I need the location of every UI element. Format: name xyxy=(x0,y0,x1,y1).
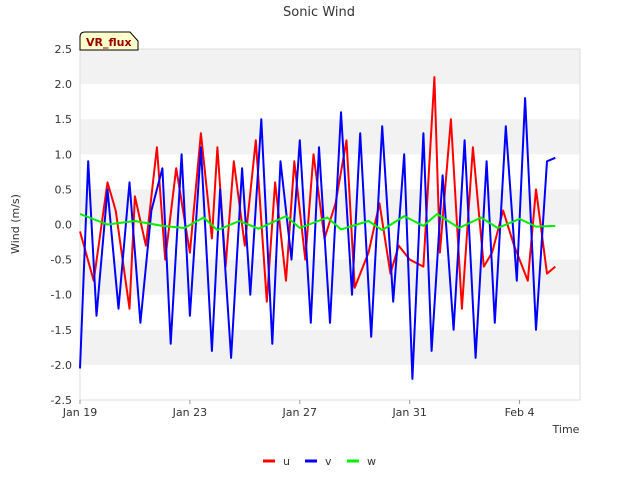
y-tick-label: -2.0 xyxy=(51,359,72,372)
grid-band xyxy=(80,259,580,295)
x-axis: Jan 19 Jan 23 Jan 27 Jan 31 Feb 4 xyxy=(62,400,535,419)
x-tick-label: Jan 31 xyxy=(391,406,426,419)
grid-band xyxy=(80,49,580,85)
grid-band xyxy=(80,84,580,120)
y-tick-label: 1.5 xyxy=(55,113,73,126)
legend-label-v: v xyxy=(325,455,332,468)
legend-label-w: w xyxy=(367,455,376,468)
legend-label-u: u xyxy=(283,455,290,468)
y-tick-label: -1.5 xyxy=(51,324,72,337)
grid-band xyxy=(80,329,580,365)
y-tick-label: 0.0 xyxy=(55,219,73,232)
x-tick-label: Jan 27 xyxy=(282,406,317,419)
site-badge-label: VR_flux xyxy=(86,36,132,49)
y-tick-label: -1.0 xyxy=(51,289,72,302)
y-axis-label: Wind (m/s) xyxy=(9,194,22,254)
y-tick-label: 1.0 xyxy=(55,148,73,161)
x-tick-label: Feb 4 xyxy=(505,406,535,419)
chart-svg: -2.5-2.0-1.5-1.0-0.50.00.51.01.52.02.5 J… xyxy=(9,5,581,468)
y-tick-label: 0.5 xyxy=(55,183,73,196)
x-tick-label: Jan 19 xyxy=(62,406,97,419)
chart-title: Sonic Wind xyxy=(283,5,355,20)
y-tick-label: 2.0 xyxy=(55,78,73,91)
grid-band xyxy=(80,224,580,260)
legend: u v w xyxy=(263,455,376,468)
site-badge: VR_flux xyxy=(79,31,139,51)
y-tick-label: 2.5 xyxy=(55,43,73,56)
y-axis: -2.5-2.0-1.5-1.0-0.50.00.51.01.52.02.5 xyxy=(51,43,72,407)
grid-band xyxy=(80,364,580,400)
x-axis-label: Time xyxy=(552,423,580,436)
y-tick-label: -0.5 xyxy=(51,254,72,267)
x-tick-label: Jan 23 xyxy=(172,406,207,419)
